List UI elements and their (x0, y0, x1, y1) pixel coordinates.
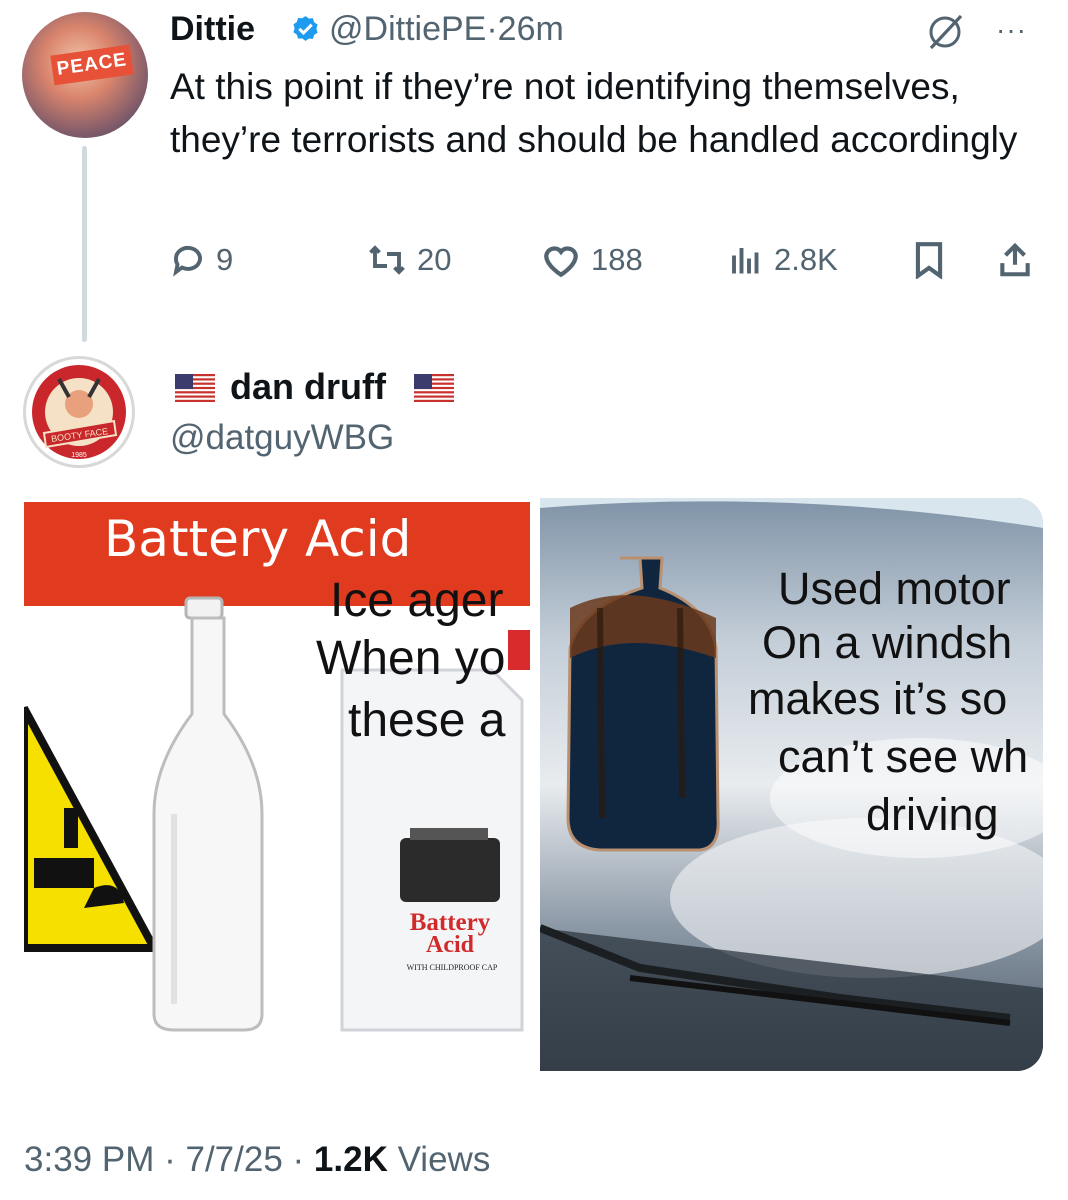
tweet-timestamp-footer[interactable]: 3:39 PM · 7/7/25 · 1.2K Views (24, 1140, 490, 1180)
author-name[interactable]: Dittie (170, 10, 255, 49)
meme-caption-right-line-2: On a windsh (762, 617, 1013, 668)
booty-face-logo-icon: BOOTY FACE 1985 (32, 365, 126, 459)
like-button[interactable]: 188 (541, 240, 643, 280)
tweet-time-ago[interactable]: 26m (498, 10, 564, 48)
meme-caption-line-2: When yo (316, 632, 506, 685)
us-flag-icon (175, 374, 215, 402)
quoted-author-handle[interactable]: @datguyWBG (170, 418, 394, 458)
share-button[interactable] (996, 240, 1034, 280)
meme-caption-right-line-5: driving (866, 789, 999, 840)
author-handle-time[interactable]: @DittiePE·26m (329, 10, 564, 49)
bookmark-icon (915, 242, 943, 279)
reply-icon (173, 245, 202, 277)
author-handle[interactable]: @DittiePE (329, 10, 486, 48)
media-image-right[interactable]: Used motor On a windsh makes it’s so can… (540, 498, 1043, 1071)
banner-text: Battery Acid (104, 510, 412, 568)
more-options-icon[interactable]: ··· (996, 14, 1027, 46)
thread-line (82, 146, 87, 342)
bookmark-button[interactable] (912, 240, 946, 280)
us-flag-icon (414, 374, 454, 402)
repost-button[interactable]: 20 (367, 240, 451, 280)
avatar-logo-year: 1985 (71, 452, 87, 459)
repost-count: 20 (417, 242, 452, 277)
glass-bottle-icon (152, 596, 264, 1032)
views-button[interactable]: 2.8K (728, 240, 838, 280)
heart-icon (544, 246, 578, 278)
meme-caption-right-line-4: can’t see wh (778, 731, 1029, 782)
jug-label-cap: WITH CHILDPROOF CAP (407, 963, 498, 972)
reply-button[interactable]: 9 (170, 240, 233, 280)
like-count: 188 (591, 242, 643, 277)
meme-caption-right-line-1: Used motor (778, 563, 1011, 614)
repost-icon (369, 245, 405, 275)
jug-label-acid: Acid (426, 932, 475, 958)
footer-views-label: Views (397, 1140, 491, 1179)
share-icon (1000, 242, 1030, 277)
reply-count: 9 (216, 242, 234, 277)
media-image-left[interactable]: Battery Acid Battery Acid WITH CHILDPROO… (24, 498, 530, 1053)
analytics-icon (732, 248, 759, 274)
separator-dot: · (292, 1140, 305, 1179)
hazard-sign-icon (24, 706, 161, 952)
views-count: 2.8K (774, 242, 838, 277)
footer-time[interactable]: 3:39 PM (24, 1140, 154, 1179)
quoted-author-avatar[interactable]: BOOTY FACE 1985 (23, 356, 135, 468)
grok-icon[interactable] (923, 10, 967, 54)
footer-date[interactable]: 7/7/25 (185, 1140, 282, 1179)
meme-caption-right-line-3: makes it’s so (748, 673, 1008, 724)
quoted-author-name[interactable]: dan druff (230, 366, 386, 408)
footer-views-count: 1.2K (313, 1140, 388, 1179)
verified-badge-icon (293, 16, 318, 41)
meme-caption-line-3: these a (348, 694, 506, 747)
tweet-text: At this point if they’re not identifying… (170, 66, 1018, 160)
separator-dot: · (486, 10, 498, 48)
meme-caption-line-1: Ice ager (330, 574, 504, 627)
separator-dot: · (164, 1140, 176, 1179)
